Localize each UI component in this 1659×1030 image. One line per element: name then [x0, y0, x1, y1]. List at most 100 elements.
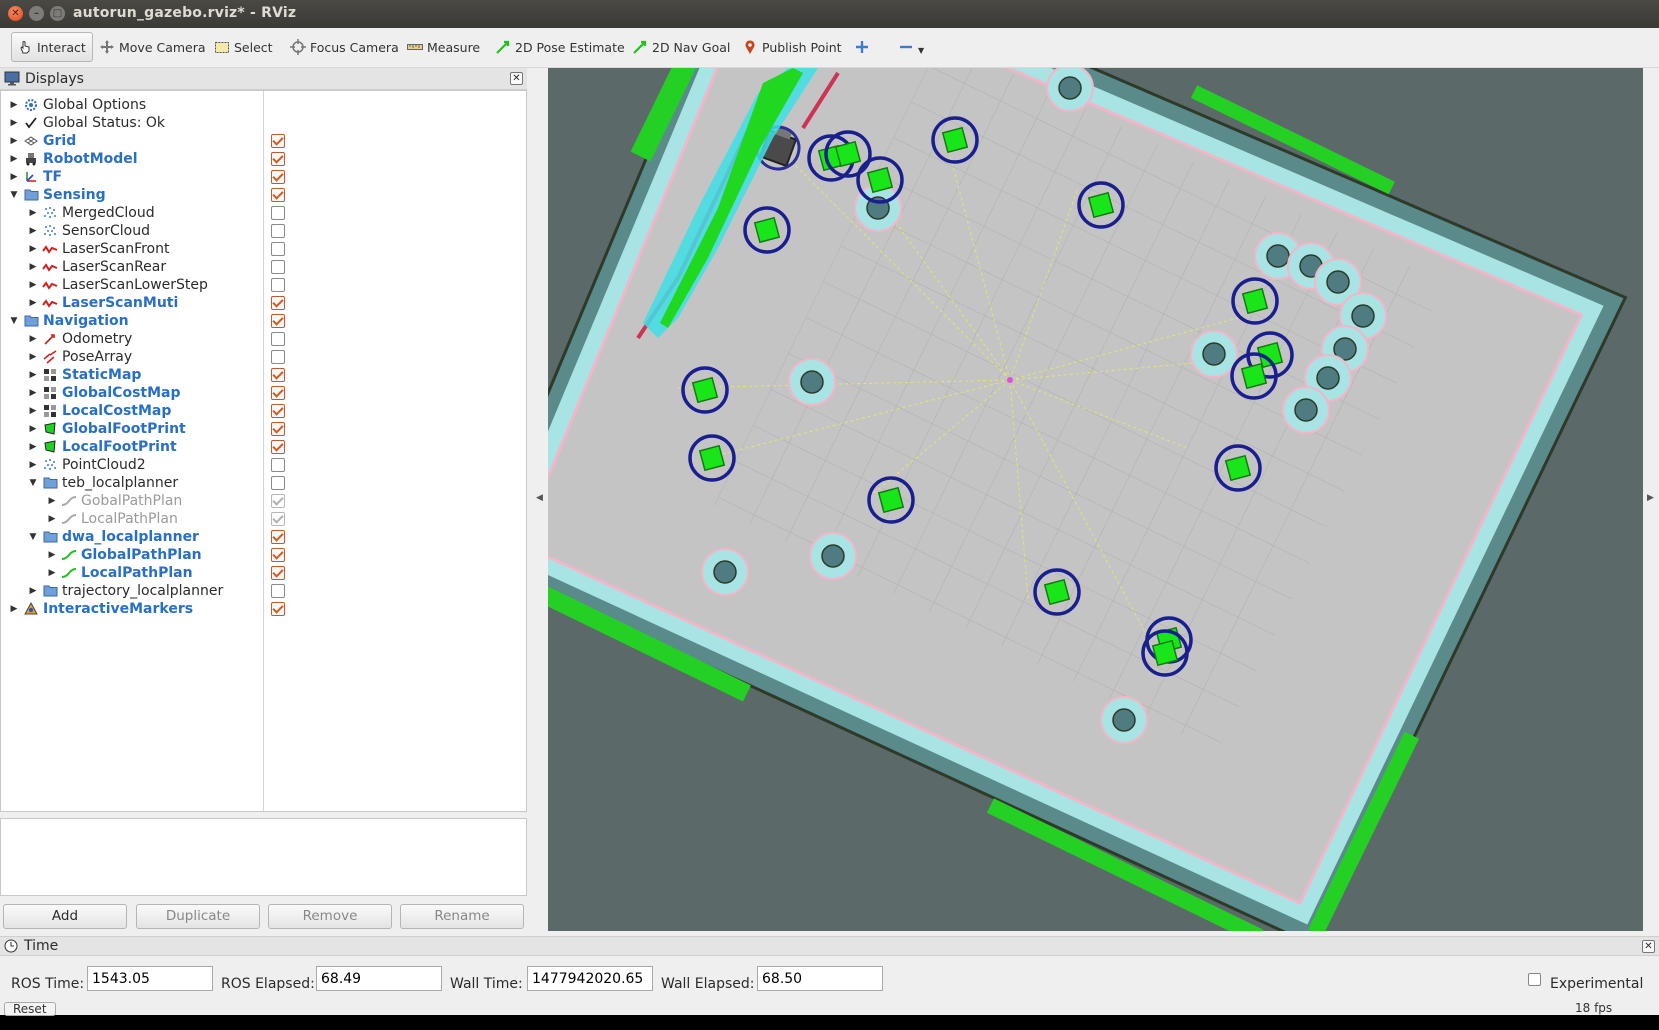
display-item[interactable]: ▶ LocalPathPlan — [1, 563, 526, 582]
display-enable-checkbox[interactable] — [271, 385, 285, 400]
display-item[interactable]: ▶ Grid — [1, 131, 526, 150]
focus-camera-tool-button[interactable]: Focus Camera — [289, 32, 399, 62]
display-item[interactable]: ▶ GlobalFootPrint — [1, 419, 526, 438]
expand-right-icon[interactable]: ▶ — [28, 460, 38, 470]
displays-close-button[interactable]: ✕ — [510, 72, 523, 85]
display-enable-checkbox[interactable] — [271, 439, 285, 454]
expand-right-icon[interactable]: ▶ — [9, 604, 19, 614]
expand-right-icon[interactable]: ▶ — [47, 496, 57, 506]
display-enable-checkbox[interactable] — [271, 349, 285, 364]
interact-tool-button[interactable]: Interact — [11, 32, 93, 62]
ros-elapsed-field[interactable] — [316, 966, 442, 991]
display-enable-checkbox[interactable] — [271, 151, 285, 166]
rename-display-button[interactable]: Rename — [400, 904, 524, 929]
expand-right-icon[interactable]: ▶ — [47, 568, 57, 578]
expand-down-icon[interactable]: ▼ — [9, 190, 19, 200]
expand-right-icon[interactable]: ▶ — [28, 406, 38, 416]
expand-right-icon[interactable]: ▶ — [28, 280, 38, 290]
display-item[interactable]: ▶ TF — [1, 167, 526, 186]
display-enable-checkbox[interactable] — [271, 457, 285, 472]
display-item[interactable]: ▶ LaserScanMuti — [1, 293, 526, 312]
display-item[interactable]: ▶ PointCloud2 — [1, 455, 526, 474]
display-enable-checkbox[interactable] — [271, 421, 285, 436]
expand-right-icon[interactable]: ▶ — [9, 172, 19, 182]
duplicate-display-button[interactable]: Duplicate — [136, 904, 260, 929]
display-item[interactable]: ▶ MergedCloud — [1, 203, 526, 222]
display-item[interactable]: ▶ InteractiveMarkers — [1, 599, 526, 618]
display-item[interactable]: ▶ LocalPathPlan — [1, 509, 526, 528]
expand-right-icon[interactable]: ▶ — [28, 586, 38, 596]
2d-nav-goal-tool-button[interactable]: 2D Nav Goal — [631, 32, 730, 62]
remove-tool-dropdown[interactable]: ▼ — [897, 32, 924, 62]
display-item[interactable]: ▶ LaserScanRear — [1, 257, 526, 276]
expand-right-icon[interactable]: ▶ — [9, 100, 19, 110]
display-item[interactable]: ▶ GlobalCostMap — [1, 383, 526, 402]
time-close-button[interactable]: ✕ — [1642, 940, 1655, 953]
display-enable-checkbox[interactable] — [271, 187, 285, 202]
display-enable-checkbox[interactable] — [271, 313, 285, 328]
display-item[interactable]: ▼ dwa_localplanner — [1, 527, 526, 546]
expand-right-icon[interactable]: ▶ — [28, 298, 38, 308]
display-enable-checkbox[interactable] — [271, 367, 285, 382]
3d-viewport[interactable] — [548, 68, 1643, 931]
reset-button[interactable]: Reset — [4, 1002, 56, 1016]
display-enable-checkbox[interactable] — [271, 475, 285, 490]
remove-display-button[interactable]: Remove — [268, 904, 392, 929]
wall-time-field[interactable] — [527, 966, 653, 991]
display-item[interactable]: ▼ Sensing — [1, 185, 526, 204]
expand-right-icon[interactable]: ▶ — [28, 370, 38, 380]
expand-right-icon[interactable]: ▶ — [9, 118, 19, 128]
display-enable-checkbox[interactable] — [271, 331, 285, 346]
window-minimize-button[interactable]: – — [29, 6, 44, 21]
expand-right-icon[interactable]: ▶ — [28, 244, 38, 254]
expand-right-icon[interactable]: ▶ — [28, 442, 38, 452]
display-enable-checkbox[interactable] — [271, 241, 285, 256]
display-item[interactable]: ▶ GobalPathPlan — [1, 491, 526, 510]
display-item[interactable]: ▶ LocalFootPrint — [1, 437, 526, 456]
expand-down-icon[interactable]: ▼ — [28, 532, 38, 542]
display-enable-checkbox[interactable] — [271, 511, 285, 526]
display-item[interactable]: ▶ LocalCostMap — [1, 401, 526, 420]
window-maximize-button[interactable]: □ — [50, 6, 65, 21]
display-enable-checkbox[interactable] — [271, 133, 285, 148]
display-enable-checkbox[interactable] — [271, 583, 285, 598]
display-item[interactable]: ▶ Odometry — [1, 329, 526, 348]
2d-pose-estimate-tool-button[interactable]: 2D Pose Estimate — [494, 32, 625, 62]
wall-elapsed-field[interactable] — [757, 966, 883, 991]
expand-down-icon[interactable]: ▼ — [9, 316, 19, 326]
display-enable-checkbox[interactable] — [271, 223, 285, 238]
display-enable-checkbox[interactable] — [271, 259, 285, 274]
display-enable-checkbox[interactable] — [271, 565, 285, 580]
display-item[interactable]: ▶ StaticMap — [1, 365, 526, 384]
expand-right-icon[interactable]: ▶ — [28, 388, 38, 398]
display-enable-checkbox[interactable] — [271, 205, 285, 220]
expand-right-icon[interactable]: ▶ — [28, 424, 38, 434]
display-enable-checkbox[interactable] — [271, 601, 285, 616]
ros-time-field[interactable] — [87, 966, 213, 991]
display-item[interactable]: ▼ teb_localplanner — [1, 473, 526, 492]
display-item[interactable]: ▶ Global Status: Ok — [1, 113, 526, 132]
map-render[interactable] — [548, 68, 1643, 931]
display-item[interactable]: ▶ LaserScanFront — [1, 239, 526, 258]
right-splitter-handle[interactable]: ▶ — [1643, 68, 1659, 931]
expand-right-icon[interactable]: ▶ — [9, 136, 19, 146]
add-tool-button[interactable] — [853, 32, 874, 62]
display-item[interactable]: ▶ Global Options — [1, 95, 526, 114]
expand-right-icon[interactable]: ▶ — [28, 334, 38, 344]
expand-right-icon[interactable]: ▶ — [28, 226, 38, 236]
display-item[interactable]: ▶ trajectory_localplanner — [1, 581, 526, 600]
expand-right-icon[interactable]: ▶ — [28, 262, 38, 272]
display-enable-checkbox[interactable] — [271, 547, 285, 562]
window-close-button[interactable]: ✕ — [8, 6, 23, 21]
display-item[interactable]: ▼ Navigation — [1, 311, 526, 330]
display-item[interactable]: ▶ LaserScanLowerStep — [1, 275, 526, 294]
left-splitter-handle[interactable]: ◀ — [534, 68, 546, 931]
display-enable-checkbox[interactable] — [271, 277, 285, 292]
expand-right-icon[interactable]: ▶ — [28, 352, 38, 362]
display-enable-checkbox[interactable] — [271, 529, 285, 544]
display-enable-checkbox[interactable] — [271, 403, 285, 418]
publish-point-tool-button[interactable]: Publish Point — [741, 32, 842, 62]
experimental-checkbox[interactable] — [1528, 973, 1541, 986]
display-enable-checkbox[interactable] — [271, 493, 285, 508]
display-item[interactable]: ▶ GlobalPathPlan — [1, 545, 526, 564]
